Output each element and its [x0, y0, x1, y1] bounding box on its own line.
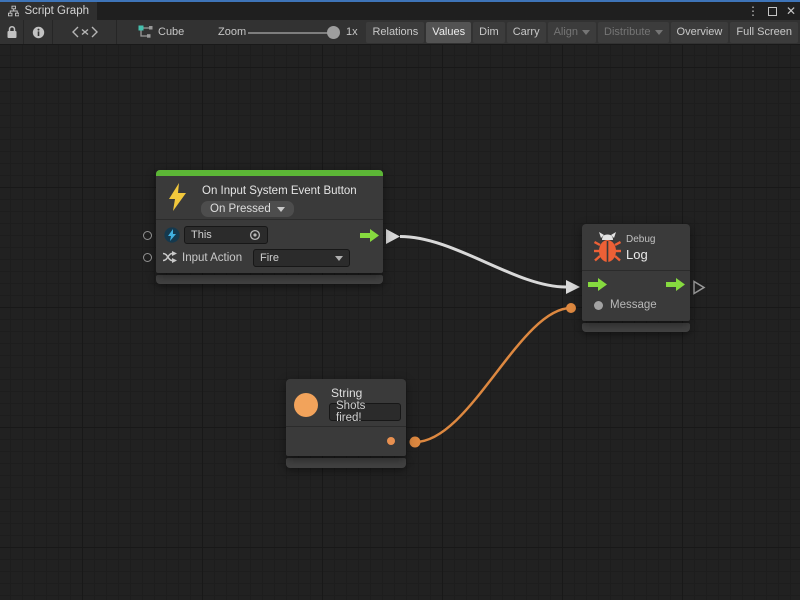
- flow-output-port-icon[interactable]: [666, 278, 685, 291]
- debug-node-body: Message: [582, 271, 690, 321]
- string-node-footer: [286, 458, 406, 468]
- node-debug-log[interactable]: Debug Log Message: [582, 224, 690, 332]
- string-node-header: String Shots fired!: [286, 379, 406, 426]
- graph-toolbar: Cube Zoom 1x Relations Values Dim Carry …: [0, 20, 800, 45]
- input-action-dropdown[interactable]: Fire: [253, 249, 350, 267]
- breadcrumb[interactable]: Cube: [138, 20, 184, 44]
- chevron-down-icon: [655, 30, 663, 35]
- toolbar-toggle-group: Relations Values Dim Carry Align Distrib…: [366, 22, 798, 43]
- lock-graph-button[interactable]: [0, 20, 24, 44]
- dim-button[interactable]: Dim: [473, 22, 505, 43]
- bug-icon: [594, 232, 621, 263]
- value-wire-end-dot: [566, 303, 576, 313]
- node-on-input-system-event-button[interactable]: On Input System Event Button On Pressed …: [156, 170, 383, 284]
- string-value-field[interactable]: Shots fired!: [329, 403, 401, 421]
- event-node-title: On Input System Event Button: [202, 185, 357, 197]
- event-node-header: On Input System Event Button On Pressed: [156, 176, 383, 219]
- chevron-down-icon: [277, 207, 285, 212]
- window-menu-icon[interactable]: ⋮: [747, 5, 759, 17]
- message-input-port[interactable]: [594, 301, 603, 310]
- relations-button[interactable]: Relations: [366, 22, 424, 43]
- debug-node-header: Debug Log: [582, 224, 690, 270]
- flow-input-port-icon[interactable]: [588, 278, 607, 291]
- script-graph-window: Script Graph ⋮ ✕: [0, 0, 800, 600]
- zoom-slider-handle[interactable]: [327, 26, 340, 39]
- flow-target-icon: [164, 227, 180, 243]
- input-action-type-icon: [162, 250, 178, 264]
- tab-title: Script Graph: [24, 5, 89, 17]
- breadcrumb-label: Cube: [158, 26, 184, 38]
- target-input-port[interactable]: [143, 231, 152, 240]
- lock-icon: [6, 25, 18, 39]
- input-action-label: Input Action: [182, 252, 242, 264]
- flow-wire-start-arrow[interactable]: [386, 229, 400, 244]
- zoom-label: Zoom: [218, 26, 246, 38]
- lightning-bolt-icon: [169, 183, 186, 211]
- event-mode-dropdown[interactable]: On Pressed: [201, 201, 294, 217]
- zoom-value: 1x: [346, 26, 358, 38]
- debug-node-category: Debug: [626, 234, 655, 245]
- string-output-port[interactable]: [387, 437, 395, 445]
- tab-strip: Script Graph ⋮ ✕: [0, 2, 800, 20]
- overview-button[interactable]: Overview: [671, 22, 729, 43]
- string-type-icon: [294, 393, 318, 417]
- info-icon: [32, 26, 45, 39]
- code-brackets-icon: [72, 26, 98, 38]
- debug-node-footer: [582, 323, 690, 332]
- graph-node-icon: [138, 25, 153, 39]
- chevron-down-icon: [335, 256, 343, 261]
- graph-hierarchy-icon: [8, 5, 19, 17]
- align-dropdown-button[interactable]: Align: [548, 22, 596, 43]
- fullscreen-button[interactable]: Full Screen: [730, 22, 798, 43]
- distribute-dropdown-button[interactable]: Distribute: [598, 22, 668, 43]
- flow-connection-wire[interactable]: [400, 237, 566, 288]
- event-node-body: This Input Act: [156, 220, 383, 273]
- string-node-title: String: [331, 386, 362, 400]
- carry-button[interactable]: Carry: [507, 22, 546, 43]
- message-port-label: Message: [610, 299, 657, 311]
- window-close-icon[interactable]: ✕: [786, 5, 796, 17]
- node-string-literal[interactable]: String Shots fired!: [286, 379, 406, 468]
- flow-wire-end-arrow: [566, 280, 580, 294]
- target-object-field[interactable]: This: [184, 226, 268, 244]
- zoom-slider-track[interactable]: [248, 32, 336, 34]
- action-input-port[interactable]: [143, 253, 152, 262]
- graph-info-button[interactable]: [24, 20, 53, 44]
- graph-canvas[interactable]: On Input System Event Button On Pressed …: [0, 45, 800, 600]
- values-button[interactable]: Values: [426, 22, 471, 43]
- event-node-footer: [156, 275, 383, 284]
- preview-code-button[interactable]: [53, 20, 117, 44]
- flow-output-hint-triangle: [694, 282, 704, 294]
- string-node-body: [286, 427, 406, 456]
- window-controls: ⋮ ✕: [747, 2, 796, 20]
- window-maximize-icon[interactable]: [768, 7, 777, 16]
- flow-output-port-icon[interactable]: [360, 229, 379, 242]
- debug-node-name: Log: [626, 247, 648, 262]
- value-connection-wire[interactable]: [415, 308, 571, 442]
- tab-script-graph[interactable]: Script Graph: [0, 2, 97, 20]
- chevron-down-icon: [582, 30, 590, 35]
- object-picker-icon[interactable]: [249, 229, 261, 241]
- value-wire-start-dot: [410, 437, 421, 448]
